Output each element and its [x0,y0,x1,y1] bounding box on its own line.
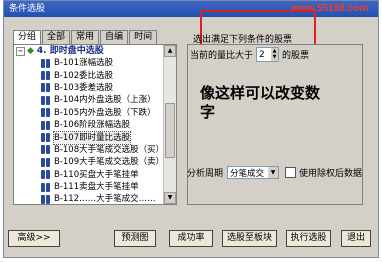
tree-item-label: B-111卖盘大手笔挂单 [54,182,139,193]
tree-root-node[interactable]: − ◆ 4. 即时盘中选股 [14,45,165,57]
run-select-button[interactable]: 执行选股 [286,230,331,247]
scroll-down-icon[interactable]: ▼ [164,192,176,204]
tree-item[interactable]: B-105内外盘选股（下跌） [14,107,165,119]
folder-icon: ◆ [27,46,34,56]
tree-item-label: B-106阶段涨幅选股 [54,120,131,131]
tree-item-label: B-108大手笔成交选股（买） [54,144,165,155]
tree-item[interactable]: B-101涨幅选股 [14,57,165,69]
tree-item[interactable]: B-110买盘大手笔挂单 [14,169,165,181]
tree-scrollbar[interactable]: ▲ ▼ [163,45,176,204]
tab-common[interactable]: 常用 [71,30,100,44]
condition-pane: 当前的量比大于 2 ▲ ▼ 的股票 [187,44,363,205]
exit-button[interactable]: 退出 [341,230,371,247]
tree-item-label: B-112……大手笔成交…… [54,194,156,205]
period-value: 分笔成交 [230,168,265,179]
window-title: 条件选股 [9,4,46,14]
tree-item[interactable]: B-106阶段涨幅选股 [14,119,165,131]
tab-all[interactable]: 全部 [42,30,71,44]
formula-icon [40,83,51,93]
tab-custom[interactable]: 自编 [100,30,129,44]
formula-tree[interactable]: − ◆ 4. 即时盘中选股 B-101涨幅选股 B-102委比选股 B-103委差选… [13,44,177,205]
formula-icon [40,71,51,81]
scroll-up-icon[interactable]: ▲ [164,45,176,57]
tree-item-label: B-104内外盘选股（上涨） [54,95,156,106]
success-rate-button[interactable]: 成功率 [169,230,213,247]
exclude-rights-checkbox[interactable] [285,167,297,178]
preview-button[interactable]: 预测图 [114,230,156,247]
tree-item[interactable]: B-109大手笔成交选股（卖） [14,156,165,168]
formula-icon [40,108,51,118]
tree-item[interactable]: B-104内外盘选股（上涨） [14,94,165,106]
formula-icon [40,157,51,167]
tree-item[interactable]: B-103委差选股 [14,82,165,94]
tree-item-label: B-109大手笔成交选股（卖） [54,157,165,168]
chevron-down-icon[interactable]: ▼ [268,167,279,178]
formula-icon [40,120,51,130]
formula-icon [40,58,51,68]
collapse-icon[interactable]: − [16,46,25,56]
formula-icon [40,170,51,180]
advanced-button[interactable]: 高级>> [8,230,60,247]
tree-item-label: B-101涨幅选股 [54,58,114,69]
formula-icon [40,133,51,143]
period-label: 分析周期 [187,169,224,179]
tree-item-label: B-107即时量比选股 [52,130,132,145]
tree-item[interactable]: B-108大手笔成交选股（买） [14,144,165,156]
tree-item-label: B-110买盘大手笔挂单 [54,169,139,180]
ratio-spinner[interactable]: 2 ▲ ▼ [256,47,280,62]
title-bar: 条件选股 www.55188.com [4,1,378,17]
scroll-thumb[interactable] [165,103,175,158]
formula-icon [40,182,51,192]
condition-suffix: 的股票 [282,51,310,61]
condition-row: 当前的量比大于 2 ▲ ▼ 的股票 [190,47,309,62]
period-select[interactable]: 分笔成交 ▼ [227,166,280,179]
tree-item[interactable]: B-111卖盘大手笔挂单 [14,181,165,193]
select-to-block-button[interactable]: 选股至板块 [222,230,277,247]
group-tabs: 分组 全部 常用 自编 时间 [13,30,158,45]
tree-root-label: 4. 即时盘中选股 [36,46,104,56]
tab-group[interactable]: 分组 [13,30,42,45]
tree-item-label: B-103委差选股 [54,82,114,93]
ratio-value[interactable]: 2 [257,50,271,60]
annotation-text: 像这样可以改变数字 [200,84,321,121]
tree-item-label: B-102委比选股 [54,70,114,81]
exclude-rights-label: 使用除权后数据 [299,169,363,179]
condition-prefix: 当前的量比大于 [190,51,254,61]
tab-time[interactable]: 时间 [129,30,158,44]
tree-item[interactable]: B-102委比选股 [14,69,165,81]
period-row: 分析周期 分笔成交 ▼ 使用除权后数据 [187,166,362,179]
tree-item-label: B-105内外盘选股（下跌） [54,107,156,118]
tree-item[interactable]: B-112……大手笔成交…… [14,193,165,205]
spinner-arrows-icon[interactable]: ▲ ▼ [271,48,279,61]
formula-icon [40,95,51,105]
tree-item[interactable]: B-107即时量比选股 [14,130,165,145]
formula-icon [40,145,51,155]
formula-icon [40,194,51,204]
